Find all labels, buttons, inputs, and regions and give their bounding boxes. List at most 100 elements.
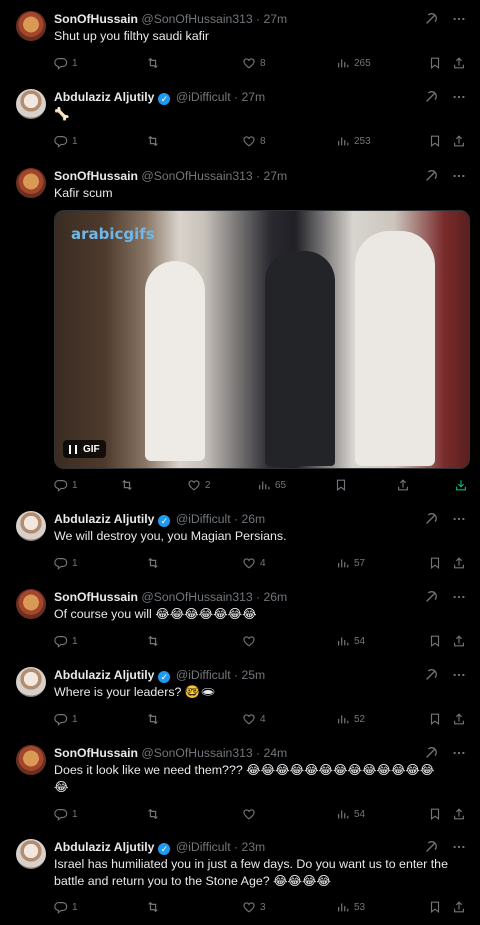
retweet-button[interactable] bbox=[146, 555, 164, 571]
share-button[interactable] bbox=[452, 555, 466, 571]
reply-button[interactable]: 1 bbox=[54, 55, 78, 71]
like-button[interactable]: 8 bbox=[242, 133, 266, 149]
author-name[interactable]: Abdulaziz Aljutily bbox=[54, 512, 154, 526]
timestamp[interactable]: 23m bbox=[242, 840, 266, 854]
more-icon[interactable] bbox=[452, 746, 466, 760]
author-name[interactable]: SonOfHussain bbox=[54, 590, 138, 604]
share-button[interactable] bbox=[452, 133, 466, 149]
grok-icon[interactable] bbox=[424, 746, 438, 760]
author-name[interactable]: Abdulaziz Aljutily bbox=[54, 90, 154, 104]
avatar[interactable] bbox=[16, 11, 46, 41]
retweet-button[interactable] bbox=[146, 133, 164, 149]
views-button[interactable]: 65 bbox=[257, 477, 286, 493]
retweet-button[interactable] bbox=[146, 806, 164, 822]
pause-icon[interactable] bbox=[69, 444, 77, 454]
author-handle[interactable]: @iDifficult bbox=[176, 512, 231, 526]
like-button[interactable]: 4 bbox=[242, 711, 266, 727]
share-button[interactable] bbox=[452, 55, 466, 71]
share-button[interactable] bbox=[452, 806, 466, 822]
retweet-button[interactable] bbox=[146, 711, 164, 727]
avatar[interactable] bbox=[16, 168, 46, 198]
reply-button[interactable]: 1 bbox=[54, 711, 78, 727]
more-icon[interactable] bbox=[452, 90, 466, 104]
timestamp[interactable]: 26m bbox=[264, 590, 288, 604]
more-icon[interactable] bbox=[452, 512, 466, 526]
grok-icon[interactable] bbox=[424, 590, 438, 604]
more-icon[interactable] bbox=[452, 840, 466, 854]
avatar[interactable] bbox=[16, 589, 46, 619]
views-button[interactable]: 57 bbox=[336, 555, 365, 571]
grok-icon[interactable] bbox=[424, 840, 438, 854]
reply-button[interactable]: 1 bbox=[54, 477, 78, 493]
author-handle[interactable]: @SonOfHussain313 bbox=[141, 590, 252, 604]
reply-button[interactable]: 1 bbox=[54, 633, 78, 649]
avatar[interactable] bbox=[16, 745, 46, 775]
more-icon[interactable] bbox=[452, 590, 466, 604]
more-icon[interactable] bbox=[452, 169, 466, 183]
grok-icon[interactable] bbox=[424, 512, 438, 526]
views-button[interactable]: 53 bbox=[336, 899, 365, 915]
share-button[interactable] bbox=[452, 899, 466, 915]
gif-badge[interactable]: GIF bbox=[63, 440, 106, 458]
bookmark-button[interactable] bbox=[428, 133, 442, 149]
author-handle[interactable]: @iDifficult bbox=[176, 90, 231, 104]
share-button[interactable] bbox=[452, 711, 466, 727]
bookmark-button[interactable] bbox=[428, 55, 442, 71]
author-name[interactable]: Abdulaziz Aljutily bbox=[54, 668, 154, 682]
bookmark-button[interactable] bbox=[428, 806, 442, 822]
author-handle[interactable]: @SonOfHussain313 bbox=[141, 12, 252, 26]
timestamp[interactable]: 24m bbox=[264, 746, 288, 760]
like-button[interactable] bbox=[242, 806, 260, 822]
retweet-button[interactable] bbox=[120, 477, 138, 493]
retweet-button[interactable] bbox=[146, 899, 164, 915]
avatar[interactable] bbox=[16, 89, 46, 119]
more-icon[interactable] bbox=[452, 12, 466, 26]
like-button[interactable]: 4 bbox=[242, 555, 266, 571]
timestamp[interactable]: 27m bbox=[242, 90, 266, 104]
author-name[interactable]: SonOfHussain bbox=[54, 746, 138, 760]
avatar[interactable] bbox=[16, 511, 46, 541]
reply-button[interactable]: 1 bbox=[54, 133, 78, 149]
timestamp[interactable]: 27m bbox=[264, 169, 288, 183]
reply-button[interactable]: 1 bbox=[54, 899, 78, 915]
bookmark-button[interactable] bbox=[428, 555, 442, 571]
views-button[interactable]: 54 bbox=[336, 806, 365, 822]
author-handle[interactable]: @SonOfHussain313 bbox=[141, 169, 252, 183]
bookmark-button[interactable] bbox=[428, 899, 442, 915]
retweet-button[interactable] bbox=[146, 633, 164, 649]
timestamp[interactable]: 25m bbox=[242, 668, 266, 682]
more-icon[interactable] bbox=[452, 668, 466, 682]
views-button[interactable]: 265 bbox=[336, 55, 371, 71]
download-button[interactable] bbox=[454, 477, 468, 493]
author-handle[interactable]: @SonOfHussain313 bbox=[141, 746, 252, 760]
timestamp[interactable]: 26m bbox=[242, 512, 266, 526]
bookmark-button[interactable] bbox=[334, 477, 348, 493]
grok-icon[interactable] bbox=[424, 668, 438, 682]
timestamp[interactable]: 27m bbox=[264, 12, 288, 26]
reply-button[interactable]: 1 bbox=[54, 555, 78, 571]
retweet-button[interactable] bbox=[146, 55, 164, 71]
avatar[interactable] bbox=[16, 667, 46, 697]
grok-icon[interactable] bbox=[424, 90, 438, 104]
author-name[interactable]: Abdulaziz Aljutily bbox=[54, 840, 154, 854]
like-button[interactable]: 8 bbox=[242, 55, 266, 71]
bookmark-button[interactable] bbox=[428, 633, 442, 649]
share-button[interactable] bbox=[396, 477, 410, 493]
views-button[interactable]: 253 bbox=[336, 133, 371, 149]
reply-button[interactable]: 1 bbox=[54, 806, 78, 822]
like-button[interactable]: 2 bbox=[187, 477, 211, 493]
bookmark-button[interactable] bbox=[428, 711, 442, 727]
share-button[interactable] bbox=[452, 633, 466, 649]
author-name[interactable]: SonOfHussain bbox=[54, 12, 138, 26]
grok-icon[interactable] bbox=[424, 12, 438, 26]
gif-media[interactable]: arabicgifs GIF bbox=[54, 210, 470, 469]
like-button[interactable] bbox=[242, 633, 260, 649]
like-button[interactable]: 3 bbox=[242, 899, 266, 915]
grok-icon[interactable] bbox=[424, 169, 438, 183]
avatar[interactable] bbox=[16, 839, 46, 869]
author-name[interactable]: SonOfHussain bbox=[54, 169, 138, 183]
author-handle[interactable]: @iDifficult bbox=[176, 668, 231, 682]
views-button[interactable]: 54 bbox=[336, 633, 365, 649]
views-button[interactable]: 52 bbox=[336, 711, 365, 727]
author-handle[interactable]: @iDifficult bbox=[176, 840, 231, 854]
